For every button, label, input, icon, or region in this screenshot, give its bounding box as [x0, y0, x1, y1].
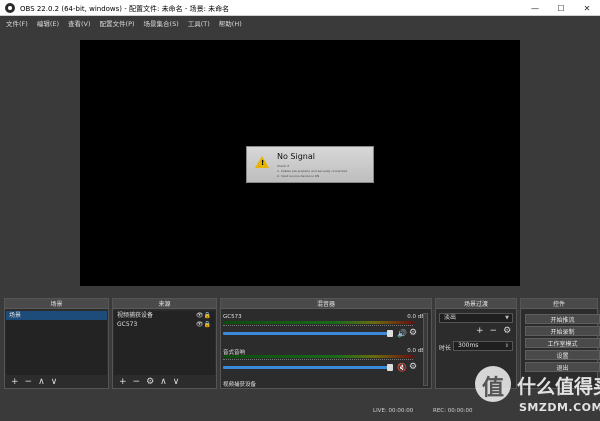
sources-dock: 来源 视频捕获设备 👁🔒 GC573 👁🔒 + − ⚙ ∧ ∨	[112, 298, 217, 389]
menu-view[interactable]: 查看(V)	[68, 18, 91, 28]
fader-handle[interactable]	[387, 364, 393, 371]
volume-meter	[223, 321, 413, 324]
move-up-icon[interactable]: ∧	[38, 377, 45, 387]
source-item[interactable]: 视频捕获设备 👁🔒	[114, 311, 215, 320]
eye-icon[interactable]: 👁	[196, 312, 204, 319]
close-button[interactable]: ✕	[574, 0, 600, 16]
controls-header: 控件	[521, 299, 597, 309]
sources-toolbar: + − ⚙ ∧ ∨	[113, 375, 216, 388]
move-down-icon[interactable]: ∨	[51, 377, 58, 387]
studio-mode-button[interactable]: 工作室模式	[525, 338, 600, 348]
status-bar: LIVE: 00:00:00 REC: 00:00:00	[0, 403, 600, 421]
obs-logo-icon	[5, 3, 15, 13]
mixer-scrollbar[interactable]	[423, 313, 428, 386]
meter-scale	[223, 359, 413, 362]
remove-icon[interactable]: −	[133, 377, 141, 387]
move-down-icon[interactable]: ∨	[173, 377, 180, 387]
transition-select[interactable]: 淡出 ▼	[439, 313, 513, 323]
eye-icon[interactable]: 👁	[196, 321, 204, 328]
watermark-text: 什么值得买	[517, 376, 600, 398]
duration-input[interactable]: 300ms ⇕	[453, 341, 513, 351]
remove-icon[interactable]: −	[25, 377, 33, 387]
watermark-logo: 值	[475, 366, 511, 402]
start-streaming-button[interactable]: 开始推流	[525, 314, 600, 324]
source-label: 视频捕获设备	[117, 312, 154, 319]
remove-icon[interactable]: −	[490, 326, 498, 336]
no-signal-title: No Signal	[277, 152, 315, 161]
scenes-header: 场景	[5, 299, 108, 309]
add-icon[interactable]: +	[119, 377, 127, 387]
scene-item[interactable]: 场景	[6, 311, 107, 320]
maximize-button[interactable]: ☐	[548, 0, 574, 16]
no-signal-line: Check if	[277, 164, 290, 168]
menu-profile[interactable]: 配置文件(P)	[100, 18, 135, 28]
scenes-dock: 场景 场景 + − ∧ ∨	[4, 298, 109, 389]
scenes-toolbar: + − ∧ ∨	[5, 375, 108, 388]
mixer-track: GC573 0.0 dB 🔊 ⚙	[223, 314, 435, 342]
transition-toolbar: + − ⚙	[476, 326, 511, 336]
volume-fader[interactable]	[223, 332, 393, 335]
no-signal-line: 2. Input source device is ON	[277, 174, 320, 178]
track-name: GC573	[223, 314, 242, 320]
menu-help[interactable]: 帮助(H)	[219, 18, 242, 28]
mixer-track: 视频捕获设备	[223, 380, 435, 388]
add-icon[interactable]: +	[476, 326, 484, 336]
dropdown-arrow-icon: ▼	[505, 315, 509, 321]
live-status: LIVE: 00:00:00	[373, 408, 414, 414]
sources-header: 来源	[113, 299, 216, 309]
settings-button[interactable]: 设置	[525, 350, 600, 360]
mixer-dock: 混音器 GC573 0.0 dB 🔊 ⚙ 音式音响 0.0 dB 🔇 ⚙ 视频捕…	[220, 298, 432, 389]
menu-file[interactable]: 文件(F)	[6, 18, 28, 28]
spinner-icon[interactable]: ⇕	[505, 342, 509, 350]
mixer-header: 混音器	[221, 299, 431, 309]
menubar: 文件(F) 编辑(E) 查看(V) 配置文件(P) 场景集合(S) 工具(T) …	[0, 16, 600, 30]
minimize-button[interactable]: —	[522, 0, 548, 16]
track-name: 视频捕获设备	[223, 382, 257, 388]
start-recording-button[interactable]: 开始录制	[525, 326, 600, 336]
menu-edit[interactable]: 编辑(E)	[37, 18, 59, 28]
sources-list[interactable]: 视频捕获设备 👁🔒 GC573 👁🔒	[114, 311, 215, 375]
gear-icon[interactable]: ⚙	[146, 377, 154, 387]
source-label: GC573	[117, 321, 138, 328]
speaker-muted-icon[interactable]: 🔇	[397, 363, 407, 372]
gear-icon[interactable]: ⚙	[409, 362, 417, 372]
no-signal-line: 1. Cables are properly and securely conn…	[277, 169, 347, 173]
source-item[interactable]: GC573 👁🔒	[114, 320, 215, 329]
lock-icon[interactable]: 🔒	[204, 321, 211, 328]
gear-icon[interactable]: ⚙	[503, 326, 511, 336]
scenes-list[interactable]: 场景	[6, 311, 107, 375]
speaker-icon[interactable]: 🔊	[397, 329, 407, 338]
exit-button[interactable]: 退出	[525, 362, 600, 372]
gear-icon[interactable]: ⚙	[409, 328, 417, 338]
duration-label: 时长	[439, 345, 452, 352]
add-icon[interactable]: +	[11, 377, 19, 387]
window-title: OBS 22.0.2 (64-bit, windows) - 配置文件: 未命名…	[20, 5, 230, 13]
lock-icon[interactable]: 🔒	[204, 312, 211, 319]
menu-tools[interactable]: 工具(T)	[188, 18, 210, 28]
fader-handle[interactable]	[387, 330, 393, 337]
window-titlebar: OBS 22.0.2 (64-bit, windows) - 配置文件: 未命名…	[0, 0, 600, 16]
meter-scale	[223, 325, 413, 328]
mixer-track: 音式音响 0.0 dB 🔇 ⚙	[223, 348, 435, 376]
volume-meter	[223, 355, 413, 358]
rec-status: REC: 00:00:00	[433, 408, 473, 414]
move-up-icon[interactable]: ∧	[160, 377, 167, 387]
menu-scene-collection[interactable]: 场景集合(S)	[144, 18, 179, 28]
no-signal-card: ! No Signal Check if 1. Cables are prope…	[246, 146, 374, 183]
volume-fader[interactable]	[223, 366, 393, 369]
watermark-site: SMZDM.COM	[519, 401, 600, 414]
transitions-header: 场景过渡	[436, 299, 516, 309]
